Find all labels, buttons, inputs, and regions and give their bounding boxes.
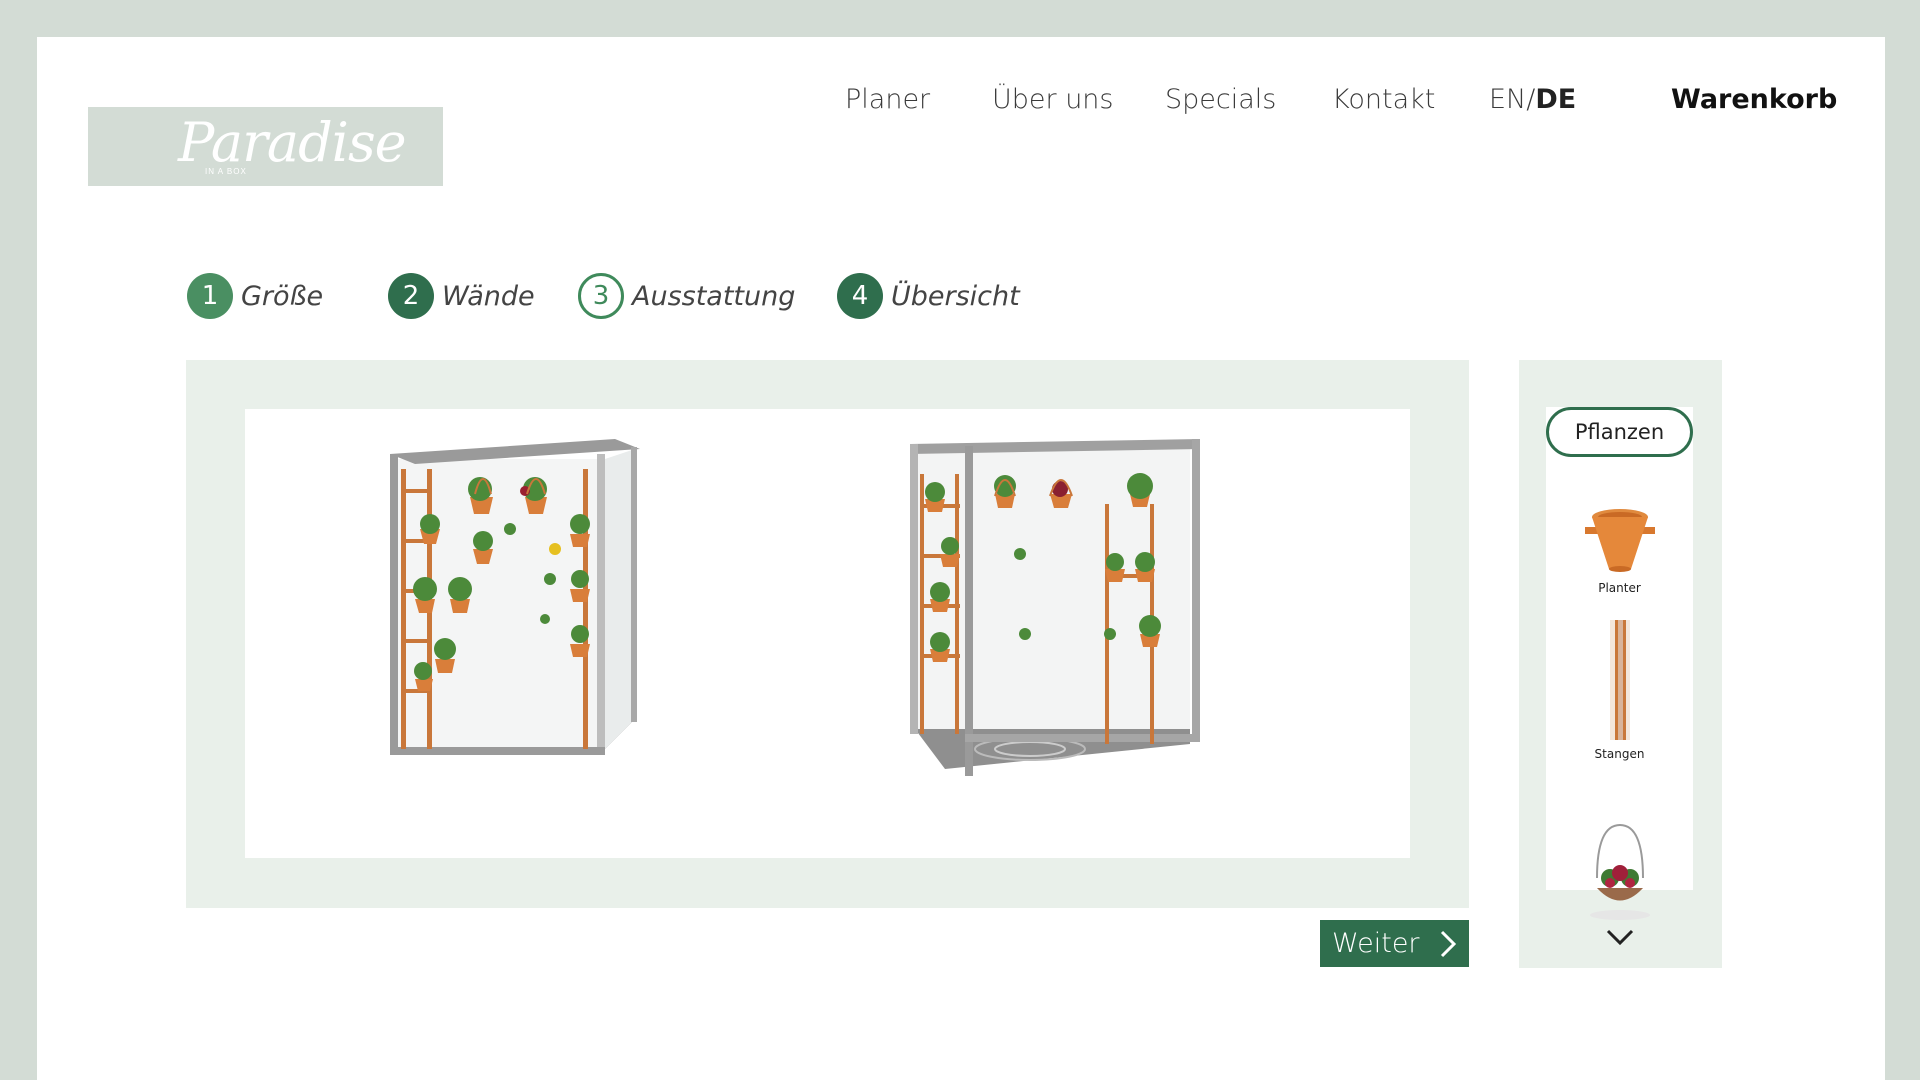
category-pflanzen-button[interactable]: Pflanzen xyxy=(1546,407,1693,457)
component-hanging-basket[interactable] xyxy=(1546,823,1693,927)
step-label: Wände xyxy=(442,280,535,312)
step-number-current: 3 xyxy=(578,273,624,319)
step-groesse[interactable]: 1 Größe xyxy=(187,271,323,321)
preview-panel xyxy=(186,360,1469,908)
step-number: 4 xyxy=(837,273,883,319)
planter-icon xyxy=(1584,509,1655,572)
preview-canvas xyxy=(245,409,1410,858)
logo-text: Paradise xyxy=(178,111,407,174)
chevron-down-icon[interactable] xyxy=(1605,925,1635,949)
greenhouse-front-view[interactable] xyxy=(375,429,675,789)
nav-specials[interactable]: Specials xyxy=(1165,84,1276,115)
greenhouse-side-view[interactable] xyxy=(900,434,1210,794)
step-number: 1 xyxy=(187,273,233,319)
next-button-label: Weiter xyxy=(1332,928,1420,959)
step-label: Ausstattung xyxy=(632,280,796,312)
pole-icon xyxy=(1609,620,1630,740)
step-ausstattung[interactable]: 3 Ausstattung xyxy=(578,271,795,321)
chevron-right-icon xyxy=(1440,930,1457,957)
language-switch: EN/DE xyxy=(1489,84,1576,115)
nav-planer[interactable]: Planer xyxy=(845,84,930,115)
logo[interactable]: Paradise IN A BOX xyxy=(88,107,443,186)
lang-de-link[interactable]: DE xyxy=(1535,84,1576,115)
step-waende[interactable]: 2 Wände xyxy=(388,271,535,321)
step-label: Übersicht xyxy=(891,280,1020,312)
step-uebersicht[interactable]: 4 Übersicht xyxy=(837,271,1020,321)
component-stangen[interactable]: Stangen xyxy=(1546,618,1693,761)
components-sidebar: Pflanzen Planter Stangen xyxy=(1519,360,1722,968)
logo-subtext: IN A BOX xyxy=(205,167,247,176)
hanging-basket-icon xyxy=(1589,823,1650,920)
nav-ueber-uns[interactable]: Über uns xyxy=(992,84,1114,115)
lang-separator: / xyxy=(1526,84,1536,115)
nav-kontakt[interactable]: Kontakt xyxy=(1332,84,1435,115)
page-card: Paradise IN A BOX Planer Über uns Specia… xyxy=(37,37,1885,1080)
lang-en-link[interactable]: EN xyxy=(1489,84,1526,115)
cart-link[interactable]: Warenkorb xyxy=(1671,84,1837,115)
step-number: 2 xyxy=(388,273,434,319)
component-label: Planter xyxy=(1598,581,1641,595)
component-label: Stangen xyxy=(1594,747,1645,761)
next-button[interactable]: Weiter xyxy=(1320,920,1469,967)
step-label: Größe xyxy=(241,280,324,312)
component-planter[interactable]: Planter xyxy=(1546,507,1693,595)
